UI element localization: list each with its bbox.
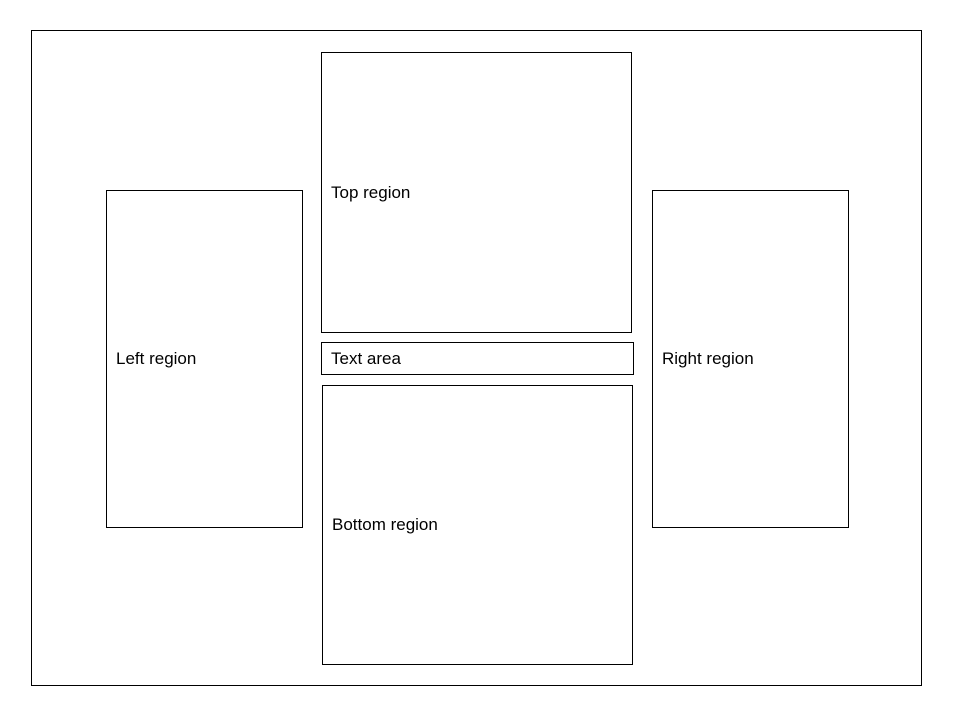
top-region-label: Top region xyxy=(331,182,411,202)
top-region[interactable]: Top region xyxy=(321,52,632,333)
right-region-label: Right region xyxy=(662,349,754,368)
right-region[interactable]: Right region xyxy=(652,190,849,528)
bottom-region-label: Bottom region xyxy=(332,515,438,534)
left-region-label: Left region xyxy=(116,349,197,368)
bottom-region[interactable]: Bottom region xyxy=(322,385,633,665)
left-region[interactable]: Left region xyxy=(106,190,303,528)
text-area-label: Text area xyxy=(331,348,401,368)
text-area[interactable]: Text area xyxy=(321,342,634,375)
